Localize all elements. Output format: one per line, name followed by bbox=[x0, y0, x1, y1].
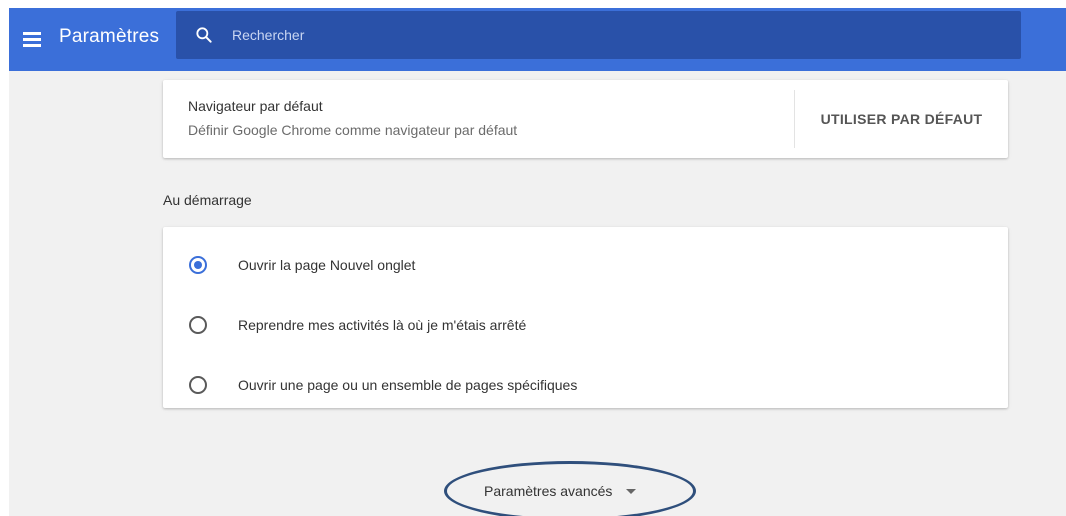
startup-option-label: Ouvrir la page Nouvel onglet bbox=[238, 257, 416, 273]
radio-unchecked-icon[interactable] bbox=[189, 316, 207, 334]
hamburger-menu-icon[interactable] bbox=[20, 27, 44, 51]
default-browser-subtitle: Définir Google Chrome comme navigateur p… bbox=[188, 122, 518, 138]
search-icon[interactable] bbox=[194, 25, 214, 45]
page-title: Paramètres bbox=[59, 26, 160, 47]
startup-option-label: Reprendre mes activités là où je m'étais… bbox=[238, 317, 527, 333]
advanced-settings-button[interactable]: Paramètres avancés bbox=[484, 480, 637, 502]
startup-option-specific-pages[interactable]: Ouvrir une page ou un ensemble de pages … bbox=[163, 356, 1008, 416]
use-as-default-button[interactable]: UTILISER PAR DÉFAUT bbox=[795, 80, 1008, 158]
default-browser-title: Navigateur par défaut bbox=[188, 98, 323, 114]
screenshot-frame: Paramètres Navigateur par défaut Définir… bbox=[0, 0, 1066, 516]
settings-toolbar: Paramètres bbox=[9, 8, 1066, 71]
search-input[interactable] bbox=[232, 23, 992, 47]
caret-down-icon bbox=[626, 488, 637, 494]
startup-section-label: Au démarrage bbox=[163, 192, 252, 208]
startup-option-new-tab[interactable]: Ouvrir la page Nouvel onglet bbox=[163, 236, 1008, 296]
search-box[interactable] bbox=[176, 11, 1021, 59]
startup-option-continue[interactable]: Reprendre mes activités là où je m'étais… bbox=[163, 296, 1008, 356]
default-browser-card: Navigateur par défaut Définir Google Chr… bbox=[163, 80, 1008, 158]
startup-option-label: Ouvrir une page ou un ensemble de pages … bbox=[238, 377, 578, 393]
advanced-settings-label: Paramètres avancés bbox=[484, 483, 613, 499]
startup-card: Ouvrir la page Nouvel onglet Reprendre m… bbox=[163, 227, 1008, 408]
radio-checked-icon[interactable] bbox=[189, 256, 207, 274]
settings-page: Paramètres Navigateur par défaut Définir… bbox=[9, 8, 1066, 516]
radio-unchecked-icon[interactable] bbox=[189, 376, 207, 394]
